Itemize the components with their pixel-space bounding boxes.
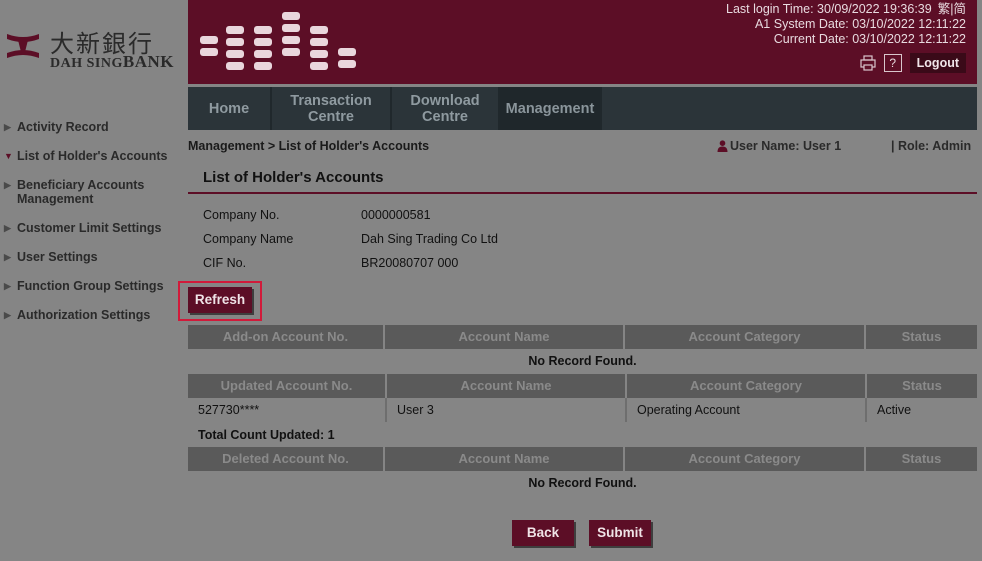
no-record-message: No Record Found.	[528, 476, 637, 490]
cif-no-row: CIF No. BR20080707 000	[203, 256, 458, 270]
table-row: 527730**** User 3 Operating Account Acti…	[188, 398, 977, 422]
account-category-cell: Operating Account	[627, 398, 867, 422]
sidebar-item-activity-record[interactable]: ▶ Activity Record	[0, 120, 180, 134]
breadcrumb: Management > List of Holder's Accounts	[188, 139, 430, 153]
nav-transaction-centre[interactable]: Transaction Centre	[272, 87, 392, 130]
logo-english-text: DAH SINGBANK	[50, 52, 174, 71]
account-name-cell: User 3	[387, 398, 627, 422]
updated-accounts-table: Updated Account No. Account Name Account…	[188, 374, 977, 422]
lang-simplified-link[interactable]: 简	[953, 2, 966, 16]
sidebar-item-function-group-settings[interactable]: ▶ Function Group Settings	[0, 279, 180, 293]
sidebar-menu: ▶ Activity Record ▼ List of Holder's Acc…	[0, 120, 180, 337]
column-header: Add-on Account No.	[188, 325, 385, 349]
company-no-value: 0000000581	[361, 208, 431, 222]
last-login-time: Last login Time: 30/09/2022 19:36:39	[726, 2, 932, 16]
bank-logo-icon	[7, 34, 39, 58]
lang-traditional-link[interactable]: 繁	[938, 2, 951, 16]
current-date: Current Date: 03/10/2022 12:11:22	[773, 32, 966, 46]
sidebar-item-customer-limit-settings[interactable]: ▶ Customer Limit Settings	[0, 221, 180, 235]
company-name-row: Company Name Dah Sing Trading Co Ltd	[203, 232, 498, 246]
column-header: Updated Account No.	[188, 374, 387, 398]
sidebar-item-authorization-settings[interactable]: ▶ Authorization Settings	[0, 308, 180, 322]
status-cell: Active	[877, 403, 912, 417]
bank-logo: 大新銀行 DAH SINGBANK	[2, 24, 182, 71]
column-header: Status	[866, 325, 977, 349]
column-header: Account Category	[625, 325, 866, 349]
table-header: Add-on Account No. Account Name Account …	[188, 325, 977, 349]
company-no-row: Company No. 0000000581	[203, 208, 431, 222]
sidebar-item-user-settings[interactable]: ▶ User Settings	[0, 250, 180, 264]
column-header: Account Category	[625, 447, 866, 471]
addon-accounts-table: Add-on Account No. Account Name Account …	[188, 325, 977, 373]
triangle-right-icon: ▶	[4, 122, 11, 132]
refresh-button[interactable]: Refresh	[188, 287, 252, 313]
triangle-right-icon: ▶	[4, 281, 11, 291]
print-icon[interactable]	[860, 55, 876, 71]
main-nav: Home Transaction Centre Download Centre Ma…	[188, 87, 977, 130]
column-header: Account Name	[385, 447, 625, 471]
title-divider	[188, 192, 977, 194]
session-info: Last login Time: 30/09/2022 19:36:39 繁|简 …	[726, 2, 966, 46]
nav-management[interactable]: Management	[500, 87, 602, 130]
column-header: Status	[867, 374, 977, 398]
user-name: User Name: User 1	[717, 139, 841, 153]
company-no-label: Company No.	[203, 208, 280, 222]
sidebar-item-beneficiary-accounts-management[interactable]: ▶ Beneficiary Accounts Management	[0, 178, 180, 206]
cif-no-value: BR20080707 000	[361, 256, 459, 270]
user-icon	[717, 140, 728, 152]
cif-no-label: CIF No.	[203, 256, 247, 270]
column-header: Account Name	[385, 325, 625, 349]
no-record-message: No Record Found.	[528, 354, 637, 368]
nav-download-centre[interactable]: Download Centre	[392, 87, 500, 130]
column-header: Deleted Account No.	[188, 447, 385, 471]
help-button[interactable]: ?	[883, 54, 902, 72]
header-tools: ? Logout	[860, 53, 966, 73]
page-title: List of Holder's Accounts	[203, 169, 384, 186]
user-role: | Role: Admin	[891, 139, 972, 153]
triangle-right-icon: ▶	[4, 180, 11, 190]
banner-pattern-icon	[200, 12, 356, 70]
column-header: Account Category	[627, 374, 867, 398]
back-button[interactable]: Back	[512, 520, 574, 546]
triangle-down-icon: ▼	[4, 151, 13, 161]
column-header: Account Name	[387, 374, 627, 398]
deleted-accounts-table: Deleted Account No. Account Name Account…	[188, 447, 977, 495]
triangle-right-icon: ▶	[4, 252, 11, 262]
company-name-value: Dah Sing Trading Co Ltd	[361, 232, 498, 246]
company-name-label: Company Name	[203, 232, 294, 246]
triangle-right-icon: ▶	[4, 223, 11, 233]
header-banner: Last login Time: 30/09/2022 19:36:39 繁|简 …	[188, 0, 977, 84]
total-count-updated: Total Count Updated: 1	[198, 428, 335, 442]
account-no-cell: 527730****	[188, 398, 387, 422]
table-header: Updated Account No. Account Name Account…	[188, 374, 977, 398]
table-header: Deleted Account No. Account Name Account…	[188, 447, 977, 471]
nav-home[interactable]: Home	[188, 87, 272, 130]
triangle-right-icon: ▶	[4, 310, 11, 320]
logout-button[interactable]: Logout	[909, 53, 966, 73]
system-date: A1 System Date: 03/10/2022 12:11:22	[754, 17, 966, 31]
sidebar-item-list-of-holders-accounts[interactable]: ▼ List of Holder's Accounts	[0, 149, 180, 163]
submit-button[interactable]: Submit	[589, 520, 651, 546]
column-header: Status	[866, 447, 977, 471]
